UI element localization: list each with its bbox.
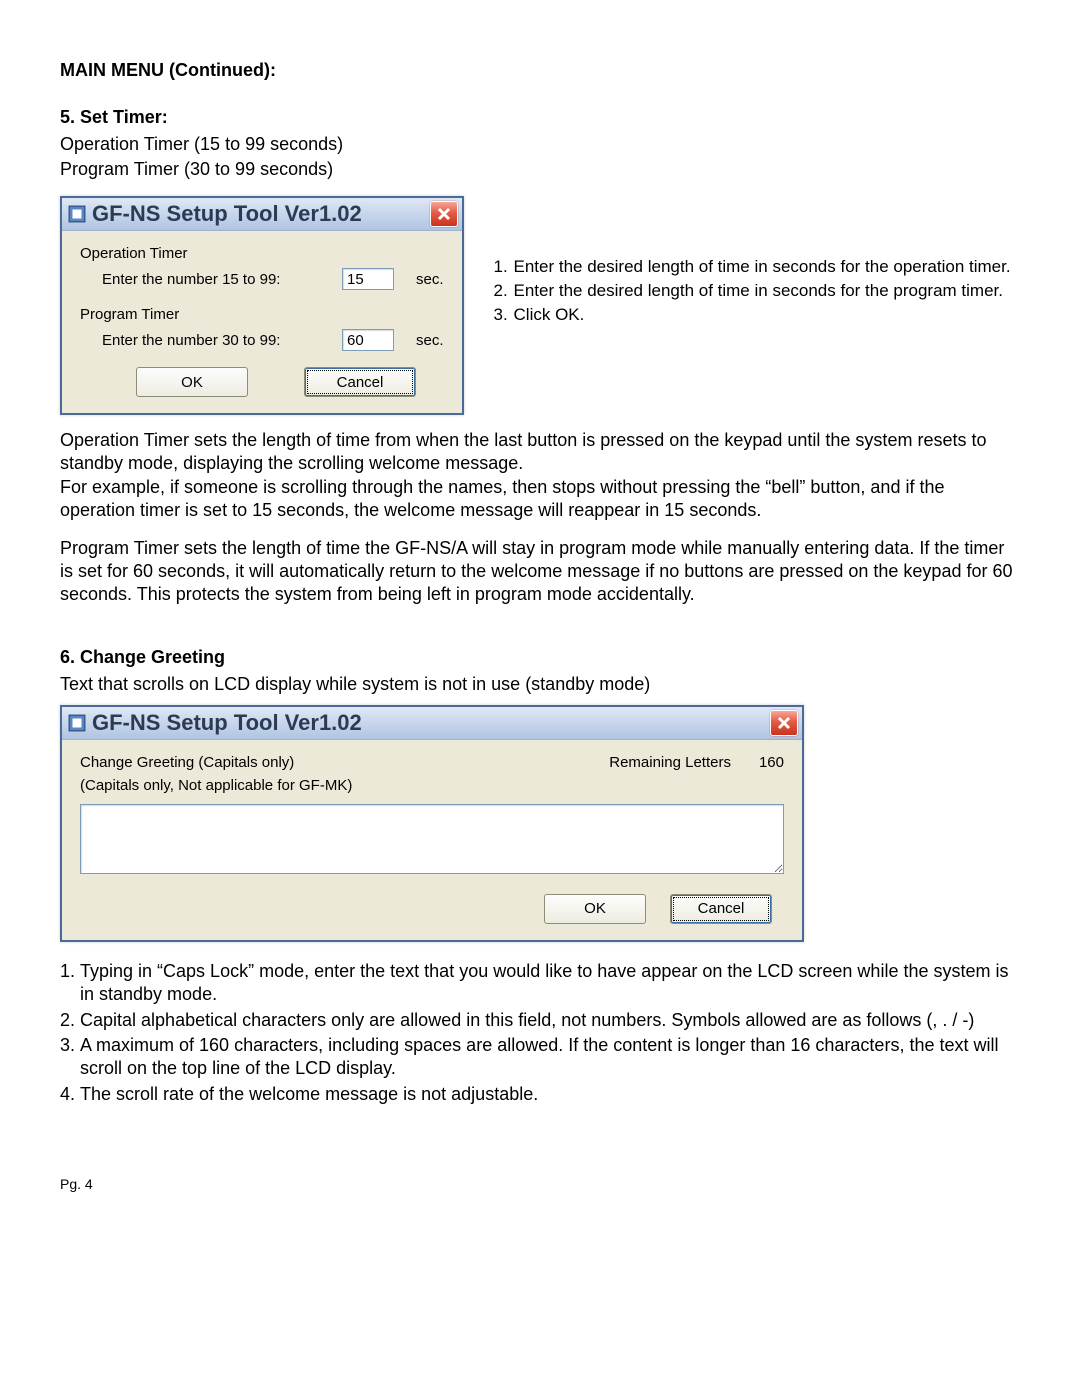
set-timer-dialog: GF-NS Setup Tool Ver1.02 Operation Timer… (60, 196, 464, 415)
titlebar: GF-NS Setup Tool Ver1.02 (62, 198, 462, 231)
instr2-1: Typing in “Caps Lock” mode, enter the te… (80, 960, 1020, 1007)
operation-timer-prompt: Enter the number 15 to 99: (102, 271, 342, 288)
operation-timer-label: Operation Timer (80, 245, 444, 262)
remaining-letters-value: 160 (759, 754, 784, 771)
close-icon[interactable] (770, 710, 798, 736)
section-6-subtitle: Text that scrolls on LCD display while s… (60, 674, 1020, 695)
change-greeting-note: (Capitals only, Not applicable for GF-MK… (80, 777, 784, 794)
program-timer-unit: sec. (416, 332, 444, 349)
instruction-list-2: 1.Typing in “Caps Lock” mode, enter the … (60, 960, 1020, 1106)
cancel-button[interactable]: Cancel (304, 367, 416, 397)
remaining-letters-label: Remaining Letters (609, 754, 731, 771)
ok-button[interactable]: OK (136, 367, 248, 397)
instruction-list-1: 1.Enter the desired length of time in se… (494, 184, 1020, 328)
program-timer-label: Program Timer (80, 306, 444, 323)
page-heading: MAIN MENU (Continued): (60, 60, 1020, 81)
instr1-3: Click OK. (514, 304, 585, 326)
instr2-4: The scroll rate of the welcome message i… (80, 1083, 1020, 1106)
paragraph-program-timer: Program Timer sets the length of time th… (60, 537, 1020, 607)
instr2-2: Capital alphabetical characters only are… (80, 1009, 1020, 1032)
operation-timer-input[interactable] (342, 268, 394, 290)
program-timer-input[interactable] (342, 329, 394, 351)
section-5-title: 5. Set Timer: (60, 107, 1020, 128)
dialog-title: GF-NS Setup Tool Ver1.02 (92, 201, 362, 227)
cancel-button[interactable]: Cancel (670, 894, 772, 924)
app-icon (68, 714, 86, 732)
operation-timer-unit: sec. (416, 271, 444, 288)
change-greeting-label: Change Greeting (Capitals only) (80, 754, 294, 771)
close-icon[interactable] (430, 201, 458, 227)
section-6-title: 6. Change Greeting (60, 647, 1020, 668)
ok-button[interactable]: OK (544, 894, 646, 924)
titlebar: GF-NS Setup Tool Ver1.02 (62, 707, 802, 740)
greeting-textarea[interactable] (80, 804, 784, 874)
operation-timer-range: Operation Timer (15 to 99 seconds) (60, 134, 1020, 155)
instr1-2: Enter the desired length of time in seco… (514, 280, 1003, 302)
page-number: Pg. 4 (60, 1176, 1020, 1192)
app-icon (68, 205, 86, 223)
change-greeting-dialog: GF-NS Setup Tool Ver1.02 Change Greeting… (60, 705, 804, 942)
paragraph-operation-timer: Operation Timer sets the length of time … (60, 429, 1020, 476)
program-timer-prompt: Enter the number 30 to 99: (102, 332, 342, 349)
paragraph-example: For example, if someone is scrolling thr… (60, 476, 1020, 523)
dialog-title: GF-NS Setup Tool Ver1.02 (92, 710, 362, 736)
instr1-1: Enter the desired length of time in seco… (514, 256, 1011, 278)
instr2-3: A maximum of 160 characters, including s… (80, 1034, 1020, 1081)
program-timer-range: Program Timer (30 to 99 seconds) (60, 159, 1020, 180)
